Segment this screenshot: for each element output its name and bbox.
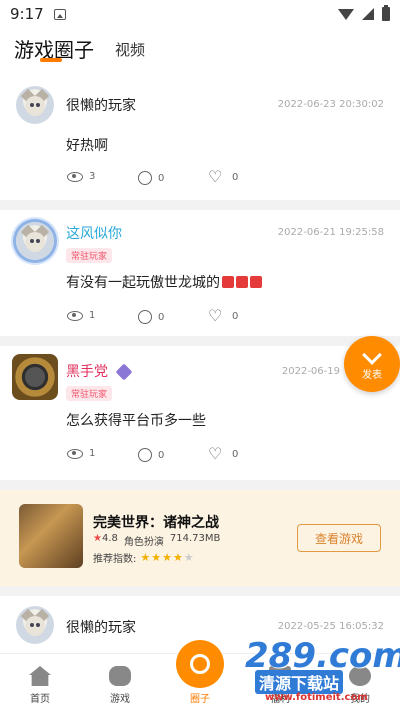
heart-icon: ♡ — [208, 444, 223, 463]
nav-welfare[interactable]: 福利 — [240, 654, 320, 711]
post-card[interactable]: 很懒的玩家 2022-06-23 20:30:02 好热啊 3 0 ♡ 0 — [0, 74, 400, 200]
post-content: 好热啊 — [66, 138, 108, 154]
heart-icon: ♡ — [208, 167, 223, 186]
eye-icon — [67, 310, 83, 321]
view-count: 1 — [67, 448, 95, 459]
like-count[interactable]: ♡ 0 — [208, 308, 238, 324]
post-date: 2022-06-21 19:25:58 — [277, 227, 384, 238]
nav-circle[interactable]: 圈子 — [160, 640, 240, 711]
comment-count[interactable]: 0 — [138, 171, 164, 185]
post-fab-button[interactable]: 发表 — [344, 336, 400, 392]
avatar[interactable] — [16, 222, 54, 260]
like-count[interactable]: ♡ 0 — [208, 169, 238, 185]
home-icon — [29, 666, 51, 686]
member-tag: 常驻玩家 — [66, 386, 113, 401]
app-screen: 9:17 游戏圈子 视频 很懒的玩家 2022-06-23 20:30:02 好… — [0, 0, 400, 711]
gamepad-icon — [109, 666, 131, 686]
comment-count[interactable]: 0 — [138, 310, 164, 324]
avatar[interactable] — [16, 606, 54, 644]
eye-icon — [67, 171, 83, 182]
post-username[interactable]: 很懒的玩家 — [66, 617, 136, 637]
game-meta: ★4.8 角色扮演 714.73MB — [93, 533, 220, 548]
avatar[interactable] — [16, 86, 54, 124]
nav-mine[interactable]: 我的 — [320, 654, 400, 711]
top-tabs: 游戏圈子 视频 — [0, 28, 400, 74]
game-recommend-rating: 推荐指数: ★★★★★ — [93, 550, 195, 565]
post-date: 2022-06-19 — [281, 366, 340, 377]
recommend-stars-icon: ★★★★★ — [140, 551, 195, 564]
eye-icon — [67, 448, 83, 459]
heart-icon: ♡ — [208, 306, 223, 325]
comment-icon — [138, 448, 152, 462]
image-notification-icon — [53, 8, 66, 20]
avatar[interactable] — [12, 354, 58, 400]
comment-icon — [138, 310, 152, 324]
recommend-label: 推荐指数: — [93, 554, 137, 565]
fab-label: 发表 — [362, 369, 382, 381]
comment-icon — [138, 171, 152, 185]
post-card[interactable]: 黑手党 常驻玩家 2022-06-19 怎么获得平台币多一些 1 0 ♡ 0 — [0, 346, 400, 480]
tab-video[interactable]: 视频 — [115, 39, 145, 60]
status-time: 9:17 — [10, 5, 44, 23]
nav-home[interactable]: 首页 — [0, 654, 80, 711]
signal-icon — [362, 8, 374, 20]
fire-emoji-icon — [250, 276, 262, 288]
status-bar: 9:17 — [0, 0, 400, 28]
status-icons — [338, 5, 390, 21]
view-game-button[interactable]: 查看游戏 — [297, 524, 381, 552]
game-size: 714.73MB — [169, 533, 221, 544]
view-count: 1 — [67, 310, 95, 321]
star-icon: ★ — [93, 533, 102, 544]
user-icon — [349, 666, 371, 686]
game-genre: 角色扮演 — [123, 537, 164, 548]
fire-emoji-icon — [236, 276, 248, 288]
game-rating: 4.8 — [101, 533, 118, 544]
post-content: 有没有一起玩傲世龙城的 — [66, 272, 262, 292]
game-cover-image[interactable] — [19, 504, 83, 568]
game-title: 完美世界：诸神之战 — [93, 515, 219, 531]
gift-icon — [269, 666, 291, 686]
game-recommend-card[interactable]: 完美世界：诸神之战 ★4.8 角色扮演 714.73MB 推荐指数: ★★★★★… — [0, 490, 400, 586]
post-content: 怎么获得平台币多一些 — [66, 413, 206, 429]
view-count: 3 — [67, 171, 95, 182]
wifi-icon — [338, 8, 354, 20]
post-username[interactable]: 很懒的玩家 — [66, 95, 136, 115]
member-tag: 常驻玩家 — [66, 248, 113, 263]
like-count[interactable]: ♡ 0 — [208, 446, 238, 462]
post-username[interactable]: 黑手党 — [66, 361, 108, 381]
active-tab-indicator — [40, 58, 62, 62]
level-badge-icon — [115, 363, 133, 381]
nav-games[interactable]: 游戏 — [80, 654, 160, 711]
battery-icon — [382, 5, 390, 21]
post-date: 2022-06-23 20:30:02 — [277, 99, 384, 110]
bottom-nav: 首页 游戏 圈子 福利 我的 — [0, 640, 400, 711]
post-date: 2022-05-25 16:05:32 — [277, 621, 384, 632]
comment-count[interactable]: 0 — [138, 448, 164, 462]
pen-icon — [362, 344, 382, 365]
post-card[interactable]: 这风似你 常驻玩家 2022-06-21 19:25:58 有没有一起玩傲世龙城… — [0, 210, 400, 336]
circle-icon — [176, 640, 224, 688]
fire-emoji-icon — [222, 276, 234, 288]
post-username[interactable]: 这风似你 — [66, 223, 122, 243]
